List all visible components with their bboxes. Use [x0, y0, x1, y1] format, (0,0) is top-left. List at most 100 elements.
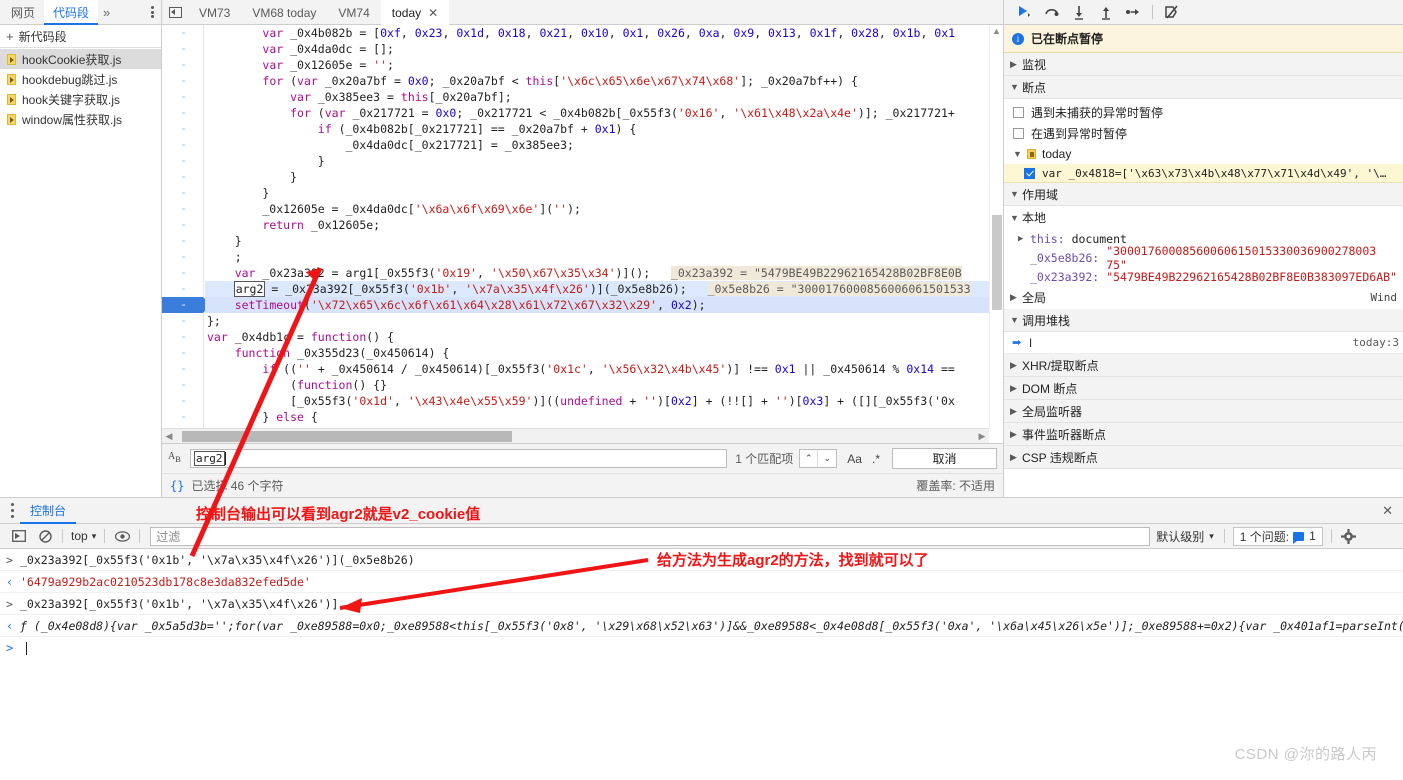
gutter-line[interactable]: - [162, 265, 203, 281]
gutter-line[interactable]: - [162, 121, 203, 137]
find-input[interactable]: arg2 [190, 449, 728, 468]
section-scope[interactable]: ▼ 作用域 [1004, 183, 1403, 206]
scrollbar-thumb[interactable] [182, 430, 512, 442]
code-line[interactable]: var _0x23a392 = arg1[_0x55f3('0x19', '\x… [205, 265, 1003, 281]
snippet-item-hookcookie[interactable]: hookCookie获取.js [0, 49, 161, 69]
gutter-line[interactable]: - [162, 409, 203, 425]
match-case-toggle[interactable]: Aa [847, 452, 862, 466]
code-line[interactable]: } [205, 169, 1003, 185]
gutter-line[interactable]: - [162, 233, 203, 249]
snippet-item-hookkeyword[interactable]: hook关键字获取.js [0, 89, 161, 109]
code-line[interactable]: function _0x355d23(_0x450614) { [205, 345, 1003, 361]
section-dom-breakpoints[interactable]: ▶ DOM 断点 [1004, 377, 1403, 400]
gutter-line[interactable]: - [162, 105, 203, 121]
scroll-up-icon[interactable]: ▲ [990, 25, 1003, 37]
live-expression-eye-icon[interactable] [109, 524, 135, 549]
gutter-line[interactable]: - [162, 169, 203, 185]
scope-var-0x23a392[interactable]: _0x23a392: "5479BE49B22962165428B02BF8E0… [1004, 267, 1403, 286]
gutter-line[interactable]: - [162, 185, 203, 201]
step-icon[interactable] [1119, 0, 1146, 25]
scope-var-0x5e8b26[interactable]: _0x5e8b26: "3000176000856006061501533003… [1004, 244, 1403, 272]
code-line[interactable]: if (('' + _0x450614 / _0x450614)[_0x55f3… [205, 361, 1003, 377]
log-level-selector[interactable]: 默认级别 ▾ [1150, 528, 1220, 545]
clear-console-icon[interactable] [32, 524, 58, 549]
nav-more-tabs-icon[interactable]: » [98, 5, 115, 20]
console-settings-gear-icon[interactable] [1336, 524, 1362, 549]
gutter-line[interactable]: - [162, 361, 203, 377]
gutter-line[interactable]: - [162, 57, 203, 73]
step-out-of-current-function-icon[interactable] [1092, 0, 1119, 25]
pause-on-exceptions-row[interactable]: 在遇到异常时暂停 [1004, 123, 1403, 144]
scope-local-header[interactable]: ▼ 本地 [1004, 206, 1403, 229]
scrollbar-thumb[interactable] [992, 215, 1002, 310]
gutter-line[interactable]: - [162, 393, 203, 409]
gutter-line[interactable]: - [162, 89, 203, 105]
nav-more-options-icon[interactable] [147, 5, 161, 20]
console-filter-input[interactable]: 过滤 [150, 526, 1151, 546]
code-line[interactable]: }; [205, 313, 1003, 329]
editor-gutter[interactable]: ---------------------------- [162, 25, 211, 428]
console-entry-output[interactable]: ‹ '6479a929b2ac0210523db178c8e3da832efed… [0, 571, 1403, 593]
call-stack-frame[interactable]: ➡ l today:3 [1004, 332, 1403, 354]
code-line[interactable]: } else { [205, 409, 1003, 425]
checkbox[interactable] [1013, 107, 1024, 118]
code-line[interactable]: } [205, 233, 1003, 249]
chevron-right-icon[interactable]: ▶ [1018, 234, 1030, 244]
code-line[interactable]: setTimeout('\x72\x65\x6c\x6f\x61\x64\x28… [205, 297, 1003, 313]
section-watch[interactable]: ▶ 监视 [1004, 53, 1403, 76]
regex-toggle[interactable]: .* [872, 452, 880, 466]
resume-script-execution-icon[interactable] [1011, 0, 1038, 25]
nav-tab-snippets[interactable]: 代码段 [44, 0, 99, 25]
collapse-navigator-icon[interactable] [162, 0, 188, 25]
code-line[interactable]: } [205, 153, 1003, 169]
code-line[interactable]: for (var _0x20a7bf = 0x0; _0x20a7bf < th… [205, 73, 1003, 89]
scroll-left-icon[interactable]: ◀ [162, 431, 176, 442]
scrollbar-track[interactable] [176, 430, 975, 442]
deactivate-breakpoints-icon[interactable] [1159, 0, 1186, 25]
code-line[interactable]: return _0x12605e; [205, 217, 1003, 233]
gutter-line[interactable]: - [162, 249, 203, 265]
section-breakpoints[interactable]: ▼ 断点 [1004, 76, 1403, 99]
close-icon[interactable]: ✕ [428, 4, 438, 22]
console-entry-input[interactable]: > _0x23a392[_0x55f3('0x1b', '\x7a\x35\x4… [0, 593, 1403, 615]
editor-horizontal-scrollbar[interactable]: ◀ ▶ [162, 428, 989, 443]
gutter-line[interactable]: - [162, 345, 203, 361]
section-event-listener-breakpoints[interactable]: ▶ 事件监听器断点 [1004, 423, 1403, 446]
replace-toggle-icon[interactable]: AB [168, 452, 190, 465]
new-snippet-button[interactable]: + 新代码段 [0, 25, 161, 48]
section-call-stack[interactable]: ▼ 调用堆栈 [1004, 309, 1403, 332]
gutter-line[interactable]: - [162, 73, 203, 89]
snippet-item-windowprops[interactable]: window属性获取.js [0, 109, 161, 129]
gutter-line[interactable]: - [162, 153, 203, 169]
gutter-line[interactable]: - [162, 41, 203, 57]
tab-console[interactable]: 控制台 [20, 498, 77, 524]
execution-context-selector[interactable]: top ▾ [67, 529, 100, 543]
code-line[interactable]: _0x12605e = _0x4da0dc['\x6a\x6f\x69\x6e'… [205, 201, 1003, 217]
editor-tab-vm74[interactable]: VM74 [327, 0, 380, 25]
checkbox[interactable] [1013, 128, 1024, 139]
editor-tab-today[interactable]: today ✕ [380, 0, 450, 25]
cancel-button[interactable]: 取消 [892, 448, 997, 469]
code-line[interactable]: (function() {} [205, 377, 1003, 393]
code-line[interactable]: var _0x4da0dc = []; [205, 41, 1003, 57]
breakpoint-file-row[interactable]: ▼ today [1004, 144, 1403, 164]
drawer-more-options-icon[interactable] [4, 502, 20, 519]
code-line[interactable]: var _0x385ee3 = this[_0x20a7bf]; [205, 89, 1003, 105]
gutter-current-line[interactable]: - [162, 297, 211, 313]
checkbox[interactable] [1024, 167, 1035, 179]
code-line[interactable]: for (var _0x217721 = 0x0; _0x217721 < _0… [205, 105, 1003, 121]
editor-tab-vm73[interactable]: VM73 [188, 0, 241, 25]
code-line[interactable]: } [205, 185, 1003, 201]
section-csp-violation-breakpoints[interactable]: ▶ CSP 违规断点 [1004, 446, 1403, 469]
code-content[interactable]: var _0x4b082b = [0xf, 0x23, 0x1d, 0x18, … [205, 25, 1003, 428]
gutter-line[interactable]: - [162, 137, 203, 153]
step-over-next-function-call-icon[interactable] [1038, 0, 1065, 25]
find-next-button[interactable]: ⌄ [818, 450, 836, 467]
console-entry-output[interactable]: ‹ ƒ (_0x4e08d8){var _0x5a5d3b='';for(var… [0, 615, 1403, 637]
pause-on-uncaught-exceptions-row[interactable]: 遇到未捕获的异常时暂停 [1004, 102, 1403, 123]
console-prompt[interactable]: > [0, 637, 1403, 659]
gutter-line[interactable]: - [162, 217, 203, 233]
code-line[interactable]: var _0x4b082b = [0xf, 0x23, 0x1d, 0x18, … [205, 25, 1003, 41]
scroll-right-icon[interactable]: ▶ [975, 431, 989, 442]
section-global-listeners[interactable]: ▶ 全局监听器 [1004, 400, 1403, 423]
